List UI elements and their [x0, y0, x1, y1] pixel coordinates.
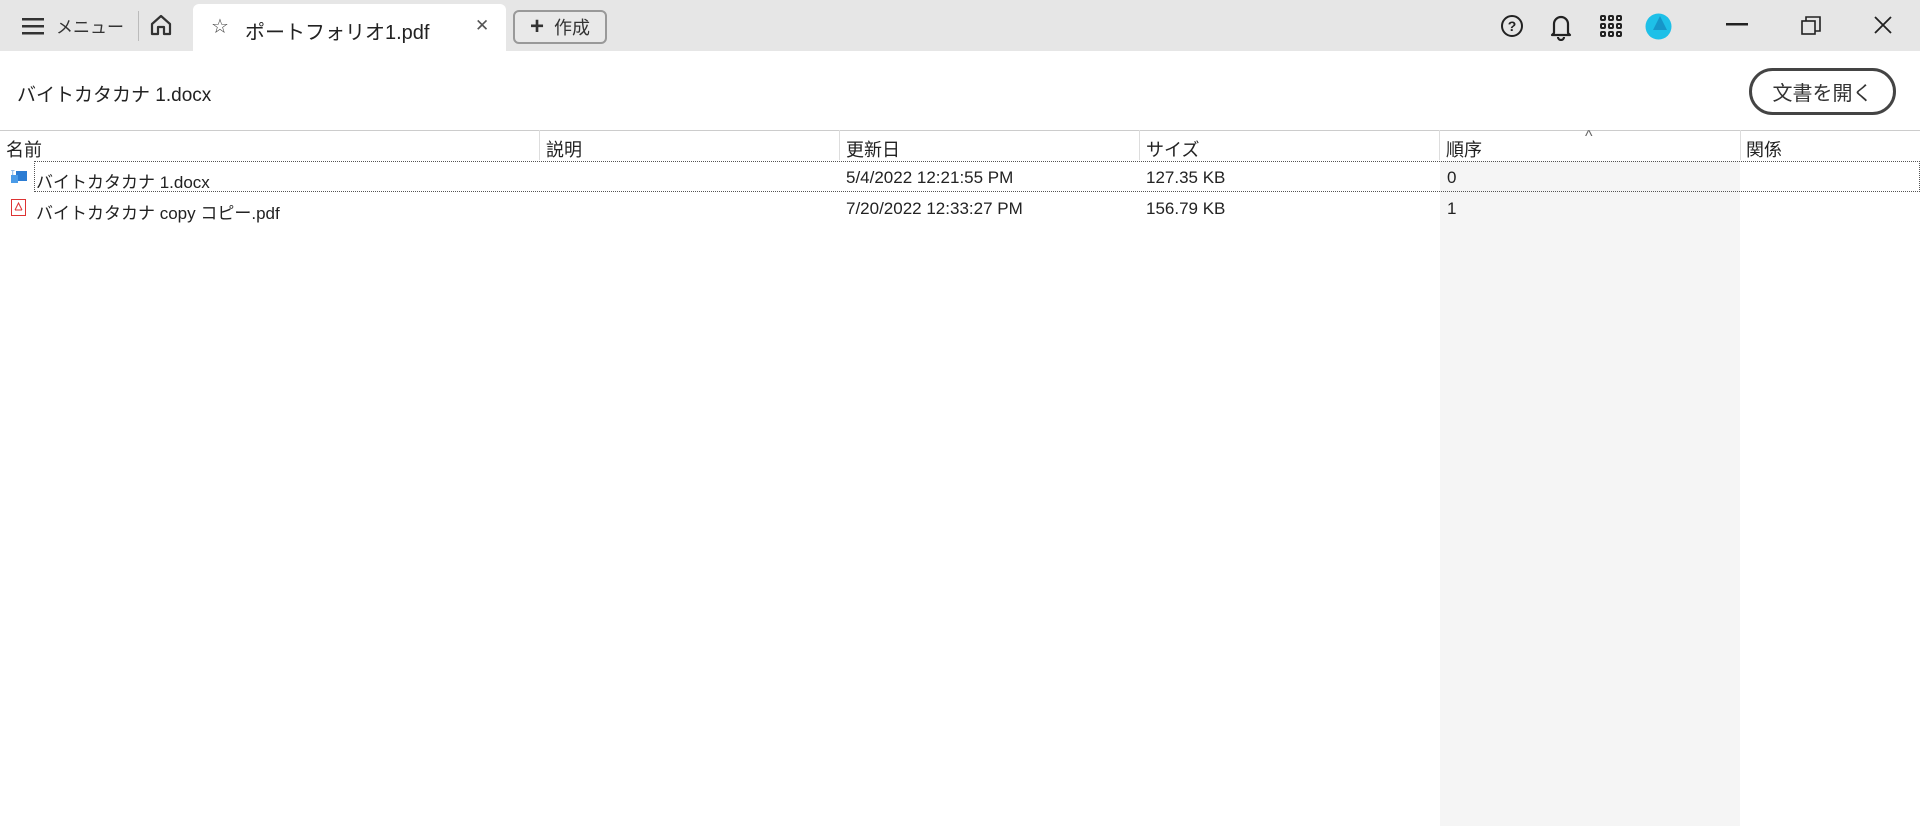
column-resize-handle[interactable]: [839, 130, 840, 160]
create-button[interactable]: + 作成: [513, 10, 607, 44]
column-resize-handle[interactable]: [1139, 130, 1140, 160]
divider: [138, 11, 139, 41]
document-title: バイトカタカナ 1.docx: [17, 85, 212, 106]
top-bar: メニュー ☆ ポートフォリオ1.pdf ✕ + 作成 ?: [0, 0, 1920, 51]
sorted-column-shade: [1440, 161, 1740, 826]
column-resize-handle[interactable]: [1439, 130, 1440, 160]
open-document-button[interactable]: 文書を開く: [1749, 68, 1896, 115]
file-name: バイトカタカナ 1.docx: [36, 173, 210, 192]
column-header-description[interactable]: 説明: [546, 136, 582, 162]
close-tab-icon[interactable]: ✕: [475, 16, 489, 36]
sort-ascending-icon: ^: [1585, 128, 1593, 145]
column-header-order[interactable]: 順序: [1446, 136, 1482, 162]
bell-icon: [1550, 15, 1572, 41]
help-icon: ?: [1501, 15, 1523, 37]
home-icon: [150, 14, 172, 36]
minimize-icon: [1726, 23, 1748, 26]
file-size: 127.35 KB: [1146, 168, 1226, 187]
svg-text:?: ?: [1508, 18, 1517, 34]
file-modified: 5/4/2022 12:21:55 PM: [846, 168, 1014, 187]
file-modified: 7/20/2022 12:33:27 PM: [846, 199, 1023, 218]
plus-icon: +: [529, 13, 544, 40]
column-resize-handle[interactable]: [1740, 130, 1741, 160]
create-label: 作成: [554, 18, 590, 38]
notifications-button[interactable]: [1549, 13, 1573, 41]
column-header-modified[interactable]: 更新日: [846, 136, 900, 162]
restore-button[interactable]: [1796, 13, 1826, 39]
svg-text:T: T: [11, 171, 15, 177]
close-icon: [1874, 16, 1892, 34]
file-order: 1: [1447, 199, 1457, 218]
column-header-relation[interactable]: 関係: [1746, 136, 1782, 162]
header-divider: [0, 130, 1920, 131]
tab-portfolio[interactable]: ☆ ポートフォリオ1.pdf ✕: [193, 4, 506, 51]
home-button[interactable]: [148, 12, 174, 38]
avatar-icon: [1645, 13, 1672, 40]
file-size: 156.79 KB: [1146, 199, 1226, 218]
star-icon[interactable]: ☆: [211, 14, 229, 39]
tab-title: ポートフォリオ1.pdf: [245, 22, 430, 44]
column-resize-handle[interactable]: [539, 130, 540, 160]
column-header-name[interactable]: 名前: [6, 136, 42, 162]
word-file-icon: T: [11, 171, 27, 183]
minimize-button[interactable]: [1722, 12, 1752, 38]
menu-button[interactable]: メニュー: [22, 13, 124, 38]
file-name: バイトカタカナ copy コピー.pdf: [36, 204, 280, 223]
close-window-button[interactable]: [1868, 12, 1898, 38]
column-header-size[interactable]: サイズ: [1146, 136, 1199, 162]
pdf-file-icon: [11, 199, 26, 216]
hamburger-icon: [22, 17, 44, 34]
apps-grid-icon: [1600, 15, 1622, 37]
apps-button[interactable]: [1600, 15, 1622, 37]
help-button[interactable]: ?: [1500, 14, 1524, 38]
menu-label: メニュー: [56, 18, 124, 37]
restore-icon: [1801, 16, 1821, 35]
avatar[interactable]: [1645, 13, 1672, 40]
file-order: 0: [1447, 168, 1457, 187]
